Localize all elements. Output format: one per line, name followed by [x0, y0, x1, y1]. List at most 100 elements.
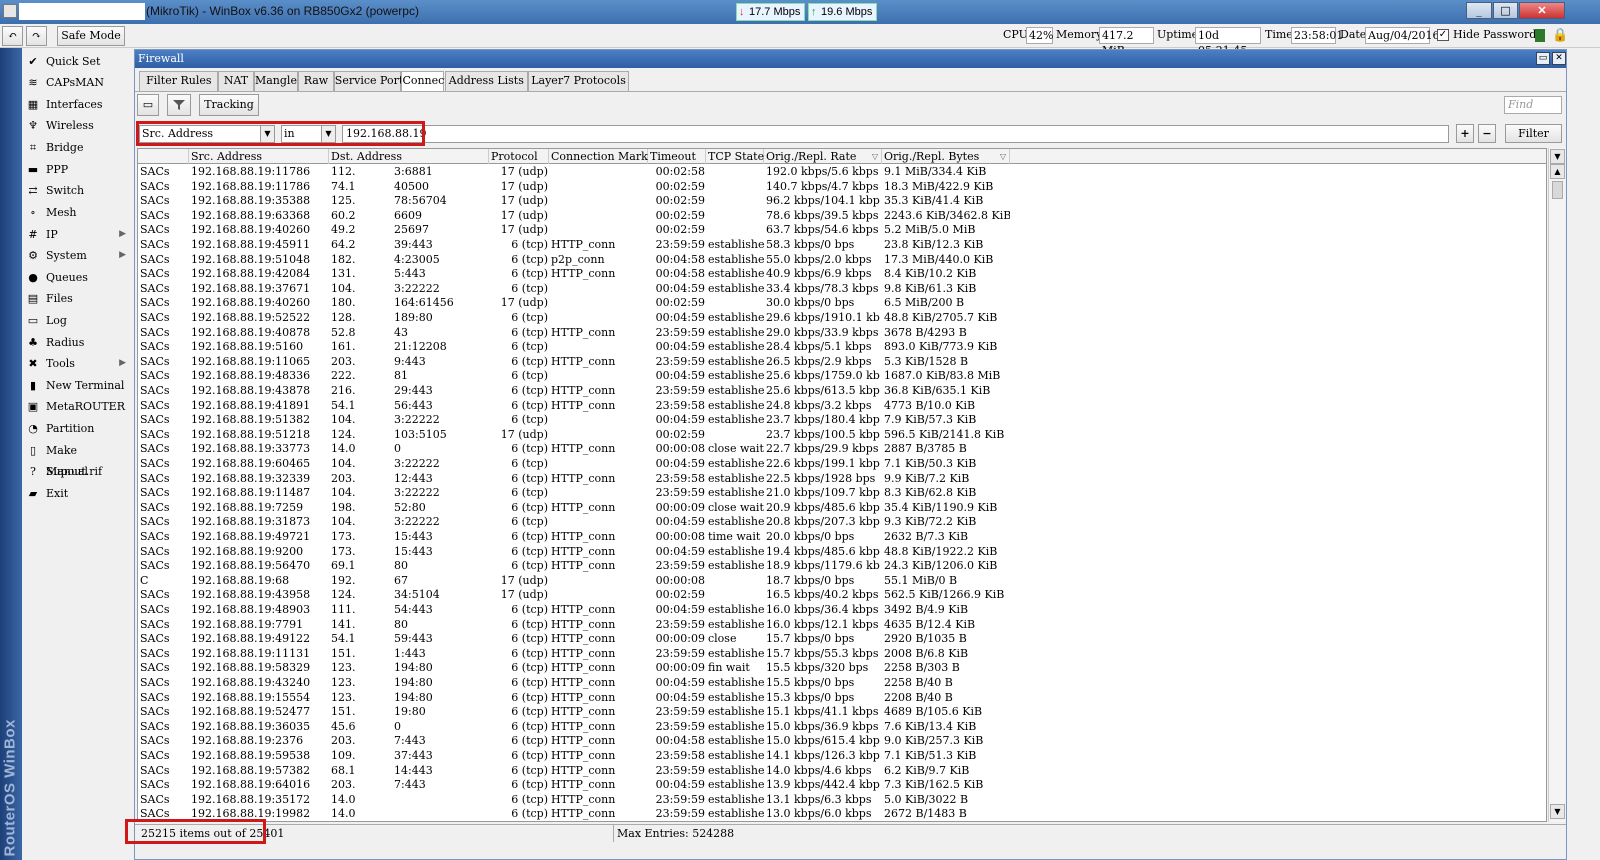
sidebar-item-ppp[interactable]: ▬ PPP	[24, 159, 132, 180]
table-row[interactable]: SACs 192.168.88.19:43878 216. 29:443 6 (tcp)…	[138, 384, 1546, 399]
sidebar-item-capsman[interactable]: ≋ CAPsMAN	[24, 72, 132, 93]
sidebar-item-wireless[interactable]: ♆ Wireless	[24, 115, 132, 136]
tab-raw[interactable]: Raw	[298, 71, 334, 91]
table-row[interactable]: SACs 192.168.88.19:48903 111. 54:443 6 (tcp)…	[138, 603, 1546, 618]
tab-connections[interactable]: Connections	[401, 71, 472, 92]
remove-button[interactable]: ▭	[137, 94, 159, 116]
table-row[interactable]: SACs 192.168.88.19:11786 74.1 40500 17 (udp)…	[138, 180, 1546, 195]
table-row[interactable]: SACs 192.168.88.19:42084 131. 5:443 6 (tcp) H…	[138, 267, 1546, 282]
table-row[interactable]: SACs 192.168.88.19:43240 123. 194:80 6 (tcp)…	[138, 676, 1546, 691]
scroll-thumb[interactable]	[1552, 181, 1563, 199]
table-row[interactable]: SACs 192.168.88.19:35388 125. 78:56704 17 (u…	[138, 194, 1546, 209]
sidebar-item-exit[interactable]: ▰ Exit	[24, 483, 132, 504]
sidebar-item-interfaces[interactable]: ▦ Interfaces	[24, 94, 132, 115]
table-row[interactable]: SACs 192.168.88.19:40260 49.2 25697 17 (udp)…	[138, 223, 1546, 238]
sidebar-item-queues[interactable]: ● Queues	[24, 267, 132, 288]
table-row[interactable]: SACs 192.168.88.19:9200 173. 15:443 6 (tcp) H…	[138, 545, 1546, 560]
column-header[interactable]: Timeout	[648, 149, 706, 164]
filter-apply-button[interactable]: Filter	[1505, 124, 1562, 143]
sidebar-item-log[interactable]: ▭ Log	[24, 310, 132, 331]
sidebar-item-tools[interactable]: ✖ Tools ▶	[24, 353, 132, 374]
sidebar-item-radius[interactable]: ♣ Radius	[24, 332, 132, 353]
window-close-button[interactable]: ✕	[1552, 52, 1566, 65]
sidebar-item-quick-set[interactable]: ✔ Quick Set	[24, 51, 132, 72]
tab-nat[interactable]: NAT	[218, 71, 254, 91]
table-row[interactable]: SACs 192.168.88.19:49721 173. 15:443 6 (tcp)…	[138, 530, 1546, 545]
safe-mode-button[interactable]: Safe Mode	[57, 26, 125, 46]
table-row[interactable]: SACs 192.168.88.19:41891 54.1 56:443 6 (tcp)…	[138, 399, 1546, 414]
column-header[interactable]: Orig./Repl. Rate ▽	[764, 149, 882, 164]
table-row[interactable]: SACs 192.168.88.19:64016 203. 7:443 6 (tcp) H…	[138, 778, 1546, 793]
sidebar-item-partition[interactable]: ◔ Partition	[24, 418, 132, 439]
table-row[interactable]: SACs 192.168.88.19:43958 124. 34:5104 17 (ud…	[138, 588, 1546, 603]
window-maximize-button[interactable]: ▭	[1536, 52, 1550, 65]
filter-value-input[interactable]: 192.168.88.19	[342, 125, 1449, 143]
tracking-button[interactable]: Tracking	[199, 94, 259, 116]
hide-passwords-checkbox[interactable]: ✓	[1437, 29, 1449, 41]
table-row[interactable]: SACs 192.168.88.19:51218 124. 103:5105 17 (u…	[138, 428, 1546, 443]
table-row[interactable]: SACs 192.168.88.19:15554 123. 194:80 6 (tcp)…	[138, 691, 1546, 706]
table-row[interactable]: SACs 192.168.88.19:36035 45.6 0 6 (tcp) HTTP_…	[138, 720, 1546, 735]
table-row[interactable]: SACs 192.168.88.19:11487 104. 3:22222 6 (tcp…	[138, 486, 1546, 501]
find-input[interactable]: Find	[1504, 96, 1562, 114]
table-row[interactable]: SACs 192.168.88.19:11786 112. 3:6881 17 (udp…	[138, 165, 1546, 180]
table-row[interactable]: SACs 192.168.88.19:40260 180. 164:61456 17 (…	[138, 296, 1546, 311]
tab-mangle[interactable]: Mangle	[253, 71, 299, 91]
column-header[interactable]	[138, 149, 189, 164]
tab-filter-rules[interactable]: Filter Rules	[139, 71, 219, 91]
close-button[interactable]: ✕	[1519, 2, 1565, 19]
scroll-down-icon[interactable]: ▼	[1550, 804, 1565, 819]
maximize-button[interactable]: □	[1493, 2, 1518, 19]
table-row[interactable]: SACs 192.168.88.19:49122 54.1 59:443 6 (tcp)…	[138, 632, 1546, 647]
minimize-button[interactable]: _	[1466, 2, 1492, 19]
sidebar-item-files[interactable]: ▤ Files	[24, 288, 132, 309]
sidebar-item-make-supout-rif[interactable]: ▯ Make Supout.rif	[24, 440, 132, 478]
redo-button[interactable]: ↷	[26, 26, 47, 46]
table-row[interactable]: SACs 192.168.88.19:51382 104. 3:22222 6 (tcp…	[138, 413, 1546, 428]
tab-service-ports[interactable]: Service Ports	[333, 71, 409, 91]
undo-button[interactable]: ↶	[2, 26, 23, 46]
column-header[interactable]: Orig./Repl. Bytes ▽	[882, 149, 1010, 164]
sidebar-item-new-terminal[interactable]: ▮ New Terminal	[24, 375, 132, 396]
table-row[interactable]: SACs 192.168.88.19:31873 104. 3:22222 6 (tcp…	[138, 515, 1546, 530]
sidebar-item-bridge[interactable]: ⌗ Bridge	[24, 137, 132, 158]
table-row[interactable]: SACs 192.168.88.19:40878 52.8 43 6 (tcp) HTTP…	[138, 326, 1546, 341]
table-row[interactable]: SACs 192.168.88.19:32339 203. 12:443 6 (tcp)…	[138, 472, 1546, 487]
table-row[interactable]: SACs 192.168.88.19:7791 141. 80 6 (tcp) HTTP_…	[138, 618, 1546, 633]
table-row[interactable]: SACs 192.168.88.19:51048 182. 4:23005 6 (tcp…	[138, 253, 1546, 268]
tab-address-lists[interactable]: Address Lists	[444, 71, 529, 91]
table-row[interactable]: SACs 192.168.88.19:60465 104. 3:22222 6 (tcp…	[138, 457, 1546, 472]
tab-layer7-protocols[interactable]: Layer7 Protocols	[528, 71, 629, 91]
table-row[interactable]: SACs 192.168.88.19:35172 14.0 6 (tcp) HTTP_c…	[138, 793, 1546, 808]
sidebar-item-switch[interactable]: ⇄ Switch	[24, 180, 132, 201]
table-row[interactable]: SACs 192.168.88.19:7259 198. 52:80 6 (tcp) HT…	[138, 501, 1546, 516]
column-header[interactable]: TCP State	[706, 149, 764, 164]
table-row[interactable]: SACs 192.168.88.19:5160 161. 21:12208 6 (tcp…	[138, 340, 1546, 355]
table-row[interactable]: SACs 192.168.88.19:52477 151. 19:80 6 (tcp) H…	[138, 705, 1546, 720]
table-row[interactable]: SACs 192.168.88.19:57382 68.1 14:443 6 (tcp)…	[138, 764, 1546, 779]
scroll-up-icon[interactable]: ▲	[1550, 164, 1565, 179]
scroll-menu-icon[interactable]: ▼	[1550, 149, 1565, 164]
filter-toggle-button[interactable]	[167, 94, 191, 116]
table-row[interactable]: SACs 192.168.88.19:33773 14.0 0 6 (tcp) HTTP_…	[138, 442, 1546, 457]
table-row[interactable]: SACs 192.168.88.19:11065 203. 9:443 6 (tcp) H…	[138, 355, 1546, 370]
table-row[interactable]: SACs 192.168.88.19:2376 203. 7:443 6 (tcp) HT…	[138, 734, 1546, 749]
column-header[interactable]: Src. Address	[189, 149, 329, 164]
vertical-scrollbar[interactable]: ▼ ▲ ▼	[1548, 148, 1565, 822]
sidebar-item-ip[interactable]: # IP ▶	[24, 224, 132, 245]
add-filter-button[interactable]: +	[1456, 124, 1474, 143]
table-row[interactable]: SACs 192.168.88.19:59538 109. 37:443 6 (tcp)…	[138, 749, 1546, 764]
table-row[interactable]: SACs 192.168.88.19:58329 123. 194:80 6 (tcp)…	[138, 661, 1546, 676]
column-header[interactable]: Dst. Address	[329, 149, 489, 164]
table-row[interactable]: SACs 192.168.88.19:63368 60.2 6609 17 (udp) 0…	[138, 209, 1546, 224]
sidebar-item-system[interactable]: ⚙ System ▶	[24, 245, 132, 266]
table-row[interactable]: SACs 192.168.88.19:52522 128. 189:80 6 (tcp)…	[138, 311, 1546, 326]
table-row[interactable]: SACs 192.168.88.19:56470 69.1 80 6 (tcp) HTTP…	[138, 559, 1546, 574]
table-row[interactable]: C 192.168.88.19:68 192. 67 17 (udp) 00:00:08 1…	[138, 574, 1546, 589]
sidebar-item-mesh[interactable]: ∘ Mesh	[24, 202, 132, 223]
table-row[interactable]: SACs 192.168.88.19:48336 222. 81 6 (tcp) 00:0…	[138, 369, 1546, 384]
sidebar-item-manual[interactable]: ? Manual	[24, 461, 132, 482]
column-header[interactable]: Connection Mark	[549, 149, 648, 164]
table-row[interactable]: SACs 192.168.88.19:45911 64.2 39:443 6 (tcp)…	[138, 238, 1546, 253]
table-row[interactable]: SACs 192.168.88.19:11131 151. 1:443 6 (tcp) H…	[138, 647, 1546, 662]
